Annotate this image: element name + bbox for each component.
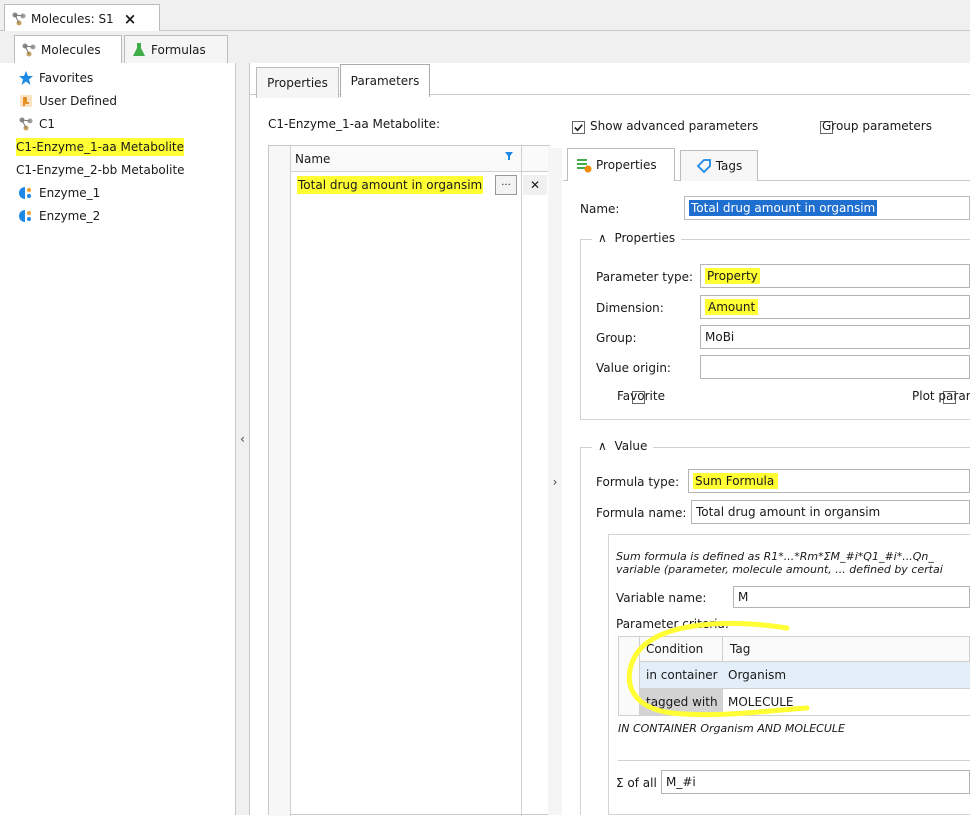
edit-button[interactable]: ··· <box>495 175 517 195</box>
favorite-label: Favorite <box>617 389 665 403</box>
column-divider <box>521 146 522 816</box>
show-advanced-label: Show advanced parameters <box>590 119 759 133</box>
sum-of-all-value: M_#i <box>666 775 696 789</box>
container-heading: C1-Enzyme_1-aa Metabolite: <box>268 117 441 131</box>
tree-item-enzyme-2[interactable]: Enzyme_2 <box>18 204 228 227</box>
tree-item-enzyme-1[interactable]: Enzyme_1 <box>18 181 228 204</box>
value-origin-field[interactable] <box>700 355 970 379</box>
tree-item-label: C1-Enzyme_1-aa Metabolite <box>16 137 184 156</box>
name-label: Name: <box>580 202 620 216</box>
tree-item-favorites[interactable]: Favorites <box>18 66 228 89</box>
properties-group-title: Properties <box>614 231 676 245</box>
tree-item-label: C1 <box>39 116 56 131</box>
flask-icon <box>133 42 145 56</box>
formula-name-field[interactable]: Total drug amount in organsim <box>691 500 970 524</box>
tab-properties[interactable]: Properties <box>256 67 339 98</box>
molecules-icon <box>22 43 36 56</box>
formula-type-label: Formula type: <box>596 475 680 489</box>
user-defined-icon <box>20 94 32 107</box>
value-group-header[interactable]: ∧ Value <box>592 439 654 453</box>
dimension-value: Amount <box>705 299 759 315</box>
molecule-tree: Favorites User Defined C1 C1-Enzyme_1-aa… <box>16 66 228 227</box>
criteria-divider <box>618 760 970 761</box>
plot-parameter-label: Plot parar <box>912 389 970 403</box>
molecule-icon <box>19 117 33 130</box>
tree-item-user-defined[interactable]: User Defined <box>18 89 228 112</box>
formula-name-label: Formula name: <box>596 506 687 520</box>
tree-item-c1-enzyme1-metabolite[interactable]: C1-Enzyme_1-aa Metabolite <box>16 135 228 158</box>
document-tab-title: Molecules: S1 <box>31 11 114 26</box>
tab-label: Properties <box>596 158 657 172</box>
formula-type-field[interactable]: Sum Formula <box>688 469 970 493</box>
formula-description-line1: Sum formula is defined as R1*...*Rm*ΣM_#… <box>616 550 934 563</box>
group-value: MoBi <box>705 330 735 344</box>
delete-button[interactable]: ✕ <box>523 175 547 195</box>
properties-icon <box>577 159 592 173</box>
close-icon[interactable]: × <box>124 10 137 28</box>
tab-right-tags[interactable]: Tags <box>680 150 758 181</box>
dimension-label: Dimension: <box>596 301 664 315</box>
name-input[interactable]: Total drug amount in organsim <box>684 196 970 220</box>
enzyme-icon <box>19 186 31 199</box>
tab-molecules-label: Molecules <box>41 42 101 57</box>
tag-icon <box>696 159 711 174</box>
filter-icon[interactable] <box>504 151 514 161</box>
tree-item-c1-enzyme2-metabolite[interactable]: C1-Enzyme_2-bb Metabolite <box>16 158 228 181</box>
parameter-row[interactable]: Total drug amount in organsim <box>291 173 517 197</box>
show-advanced-checkbox[interactable] <box>572 121 585 134</box>
tree-item-label: Enzyme_1 <box>39 185 101 200</box>
tab-parameters[interactable]: Parameters <box>340 64 430 97</box>
parameter-type-field[interactable]: Property <box>700 264 970 288</box>
column-header-label: Name <box>295 152 331 166</box>
properties-group-header[interactable]: ∧ Properties <box>592 231 682 245</box>
name-input-value: Total drug amount in organsim <box>689 200 878 216</box>
variable-name-label: Variable name: <box>616 591 707 605</box>
tree-item-label: C1-Enzyme_2-bb Metabolite <box>16 162 185 177</box>
parameters-grid: Name Total drug amount in organsim ··· ✕ <box>268 145 551 816</box>
tab-right-properties[interactable]: Properties <box>567 148 675 181</box>
parameter-type-value: Property <box>705 268 760 284</box>
parameter-name-cell: Total drug amount in organsim <box>297 176 484 194</box>
tree-item-label: User Defined <box>39 93 117 108</box>
collapse-left-splitter[interactable]: ‹ <box>236 63 250 815</box>
chevron-left-icon: ‹ <box>240 432 245 446</box>
star-icon <box>19 70 33 85</box>
variable-name-value: M <box>738 590 749 604</box>
document-tab-molecules[interactable]: Molecules: S1 × <box>4 4 160 32</box>
group-label: Group: <box>596 331 637 345</box>
tab-properties-label: Properties <box>267 76 328 90</box>
dimension-field[interactable]: Amount <box>700 295 970 319</box>
criteria-summary: IN CONTAINER Organism AND MOLECULE <box>618 722 845 735</box>
sum-of-all-label: Σ of all <box>616 776 657 790</box>
value-group-title: Value <box>614 439 648 453</box>
enzyme-icon <box>19 209 31 222</box>
group-parameters-label: Group parameters <box>822 119 932 133</box>
row-indicator-column <box>269 146 291 816</box>
chevron-up-icon: ∧ <box>598 439 607 453</box>
tab-formulas[interactable]: Formulas <box>124 35 228 63</box>
variable-name-field[interactable]: M <box>733 586 970 608</box>
collapse-grid-splitter[interactable]: › <box>548 148 562 815</box>
formula-description-line2: variable (parameter, molecule amount, ..… <box>616 563 943 576</box>
tab-molecules[interactable]: Molecules <box>14 35 122 63</box>
group-field[interactable]: MoBi <box>700 325 970 349</box>
value-origin-label: Value origin: <box>596 361 671 375</box>
tab-formulas-label: Formulas <box>151 42 206 57</box>
formula-type-value: Sum Formula <box>693 473 779 489</box>
sum-of-all-field[interactable]: M_#i <box>661 770 970 794</box>
chevron-right-icon: › <box>552 474 558 489</box>
tree-item-label: Enzyme_2 <box>39 208 101 223</box>
chevron-up-icon: ∧ <box>598 231 607 245</box>
tab-label: Tags <box>715 159 743 173</box>
highlight-annotation <box>626 620 810 718</box>
molecules-icon <box>12 12 26 25</box>
checkmark-icon <box>574 124 583 132</box>
formula-name-value: Total drug amount in organsim <box>696 505 881 519</box>
tab-parameters-label: Parameters <box>350 74 420 88</box>
tree-item-label: Favorites <box>39 70 94 85</box>
parameter-type-label: Parameter type: <box>596 270 694 284</box>
tree-item-c1[interactable]: C1 <box>18 112 228 135</box>
name-column-header[interactable]: Name <box>291 152 521 166</box>
